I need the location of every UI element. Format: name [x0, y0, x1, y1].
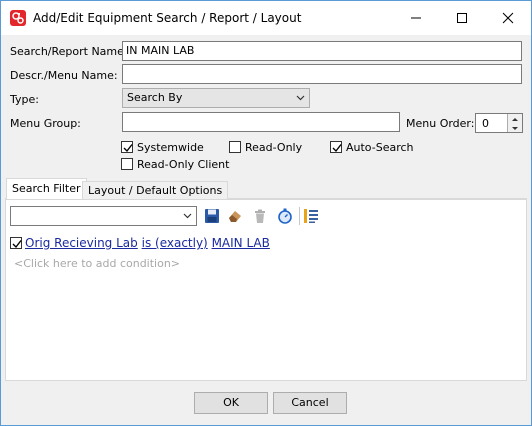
type-select-value: Search By — [127, 91, 183, 104]
chevron-down-icon — [183, 213, 192, 219]
read-only-client-label: Read-Only Client — [137, 158, 230, 171]
chevron-down-icon — [512, 127, 518, 130]
timer-button[interactable] — [277, 208, 293, 224]
close-icon — [502, 12, 514, 24]
close-button[interactable] — [485, 1, 531, 35]
title-bar: Add/Edit Equipment Search / Report / Lay… — [1, 1, 531, 35]
clear-button[interactable] — [227, 208, 243, 224]
saved-filter-select[interactable] — [10, 206, 197, 226]
delete-icon — [255, 209, 265, 223]
spinner-up-button[interactable] — [508, 114, 522, 123]
condition-operator-link[interactable]: is (exactly) — [142, 236, 208, 250]
condition-value-link[interactable]: MAIN LAB — [212, 236, 270, 250]
timer-icon — [278, 208, 292, 224]
menu-group-label: Menu Group: — [10, 117, 81, 130]
checkmark-icon — [123, 144, 133, 153]
condition-checkbox[interactable] — [10, 237, 22, 249]
tab-search-filter[interactable]: Search Filter — [6, 178, 87, 200]
spinner-buttons — [507, 114, 522, 132]
minimize-icon — [411, 17, 421, 19]
systemwide-checkbox[interactable] — [121, 141, 133, 153]
checkmark-icon — [332, 144, 342, 153]
tab-layout-default-options[interactable]: Layout / Default Options — [82, 181, 229, 199]
descr-menu-name-input[interactable] — [122, 64, 522, 84]
ok-button[interactable]: OK — [194, 392, 268, 414]
chevron-down-icon — [296, 95, 305, 101]
maximize-button[interactable] — [439, 1, 485, 35]
toolbar-separator — [299, 207, 300, 225]
search-report-name-input[interactable]: IN MAIN LAB — [122, 41, 522, 61]
app-icon — [10, 10, 26, 26]
search-filter-panel — [5, 199, 527, 381]
columns-button[interactable] — [303, 208, 319, 224]
descr-menu-name-label: Descr./Menu Name: — [10, 69, 118, 82]
search-report-name-label: Search/Report Name: — [10, 45, 128, 58]
list-icon — [304, 209, 318, 223]
save-icon — [205, 209, 219, 223]
type-label: Type: — [10, 93, 39, 106]
condition-field-link[interactable]: Orig Recieving Lab — [25, 236, 138, 250]
type-select[interactable]: Search By — [122, 88, 310, 108]
add-condition-link[interactable]: <Click here to add condition> — [14, 257, 180, 270]
cancel-button[interactable]: Cancel — [273, 392, 347, 414]
menu-group-input[interactable] — [122, 112, 400, 132]
delete-button[interactable] — [252, 208, 268, 224]
menu-order-value: 0 — [482, 117, 489, 130]
menu-order-label: Menu Order: — [406, 117, 475, 130]
maximize-icon — [457, 13, 467, 23]
checkmark-icon — [12, 240, 22, 249]
auto-search-checkbox[interactable] — [330, 141, 342, 153]
window-title: Add/Edit Equipment Search / Report / Lay… — [33, 11, 302, 25]
menu-order-spinner[interactable]: 0 — [475, 113, 523, 133]
spinner-down-button[interactable] — [508, 123, 522, 132]
eraser-icon — [229, 211, 241, 222]
read-only-checkbox[interactable] — [229, 141, 241, 153]
systemwide-label: Systemwide — [137, 141, 204, 154]
minimize-button[interactable] — [393, 1, 439, 35]
save-button[interactable] — [204, 208, 220, 224]
read-only-label: Read-Only — [245, 141, 303, 154]
read-only-client-checkbox[interactable] — [121, 158, 133, 170]
dialog-window: Add/Edit Equipment Search / Report / Lay… — [0, 0, 532, 426]
condition-row: Orig Recieving Lab is (exactly) MAIN LAB — [25, 236, 270, 250]
auto-search-label: Auto-Search — [346, 141, 414, 154]
